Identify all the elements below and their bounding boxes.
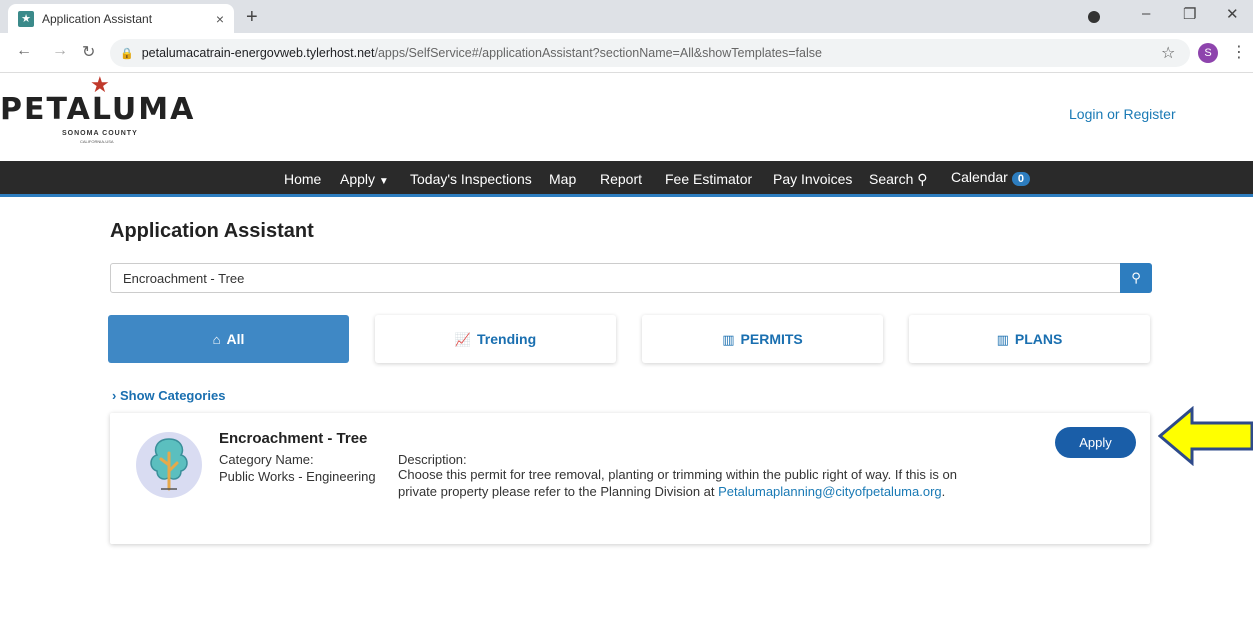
forward-icon[interactable]: → bbox=[52, 42, 68, 60]
search-icon: ⚲ bbox=[1131, 270, 1141, 285]
building-icon: ▥ bbox=[996, 332, 1009, 347]
filter-trending[interactable]: 📈 Trending bbox=[375, 315, 616, 363]
nav-item-search-label: Search bbox=[869, 171, 914, 187]
filter-permits[interactable]: ▥ PERMITS bbox=[642, 315, 883, 363]
description-period: . bbox=[941, 484, 946, 499]
home-icon: ⌂ bbox=[212, 332, 221, 347]
browser-tabstrip: ★ Application Assistant × + – ❐ ✕ bbox=[0, 0, 1253, 33]
nav-item-pay-invoices[interactable]: Pay Invoices bbox=[773, 171, 852, 187]
new-tab-button[interactable]: + bbox=[246, 6, 258, 29]
category-value: Public Works - Engineering bbox=[219, 469, 376, 484]
planning-email-link[interactable]: Petalumaplanning@cityofpetaluma.org bbox=[718, 484, 942, 499]
filter-plans-label: PLANS bbox=[1014, 331, 1063, 347]
lock-icon: 🔒 bbox=[120, 47, 134, 60]
nav-item-inspections[interactable]: Today's Inspections bbox=[410, 171, 532, 187]
nav-item-apply-label: Apply bbox=[340, 171, 376, 187]
star-icon[interactable]: ☆ bbox=[1161, 43, 1175, 63]
filter-trending-label: Trending bbox=[477, 331, 537, 347]
description-text: Choose this permit for tree removal, pla… bbox=[398, 466, 968, 500]
result-card: Encroachment - Tree Category Name: Publi… bbox=[110, 413, 1150, 544]
filter-all[interactable]: ⌂ All bbox=[108, 315, 349, 363]
nav-item-fee-estimator[interactable]: Fee Estimator bbox=[665, 171, 752, 187]
show-categories-label: Show Categories bbox=[119, 388, 226, 403]
chevron-right-icon: › bbox=[112, 388, 117, 403]
filter-all-label: All bbox=[226, 331, 245, 347]
record-indicator-icon bbox=[1088, 11, 1100, 23]
nav-item-search[interactable]: Search ⚲ bbox=[869, 171, 928, 188]
apply-button[interactable]: Apply bbox=[1055, 427, 1136, 458]
show-categories-link[interactable]: › Show Categories bbox=[112, 388, 225, 403]
menu-icon[interactable]: ⋮ bbox=[1231, 42, 1247, 62]
browser-toolbar: ← → ↻ 🔒 petalumacatrain-energovweb.tyler… bbox=[0, 33, 1253, 73]
login-register-link[interactable]: Login or Register bbox=[1069, 106, 1176, 122]
search-input[interactable] bbox=[111, 264, 1121, 292]
nav-item-calendar[interactable]: Calendar 0 bbox=[951, 169, 1030, 186]
url-host: petalumacatrain-energovweb.tylerhost.net bbox=[141, 46, 375, 60]
nav-item-report[interactable]: Report bbox=[600, 171, 642, 187]
filter-plans[interactable]: ▥ PLANS bbox=[909, 315, 1150, 363]
tab-title: Application Assistant bbox=[42, 11, 153, 26]
main-nav: Home Apply ▼ Today's Inspections Map Rep… bbox=[0, 161, 1253, 197]
result-title[interactable]: Encroachment - Tree bbox=[219, 430, 367, 447]
window-close-icon[interactable]: ✕ bbox=[1226, 5, 1239, 23]
nav-item-map[interactable]: Map bbox=[549, 171, 576, 187]
annotation-arrow-icon bbox=[1158, 406, 1253, 466]
tab-close-icon[interactable]: × bbox=[216, 11, 224, 27]
site-logo[interactable]: ★ PETALUMA SONOMA COUNTY CALIFORNIA-USA bbox=[0, 72, 200, 154]
nav-item-calendar-label: Calendar bbox=[951, 169, 1008, 185]
back-icon[interactable]: ← bbox=[16, 42, 32, 60]
trending-chart-icon: 📈 bbox=[454, 332, 472, 347]
category-label: Category Name: bbox=[219, 452, 314, 467]
calendar-count-badge: 0 bbox=[1011, 172, 1030, 186]
search-icon: ⚲ bbox=[917, 171, 928, 187]
tree-icon bbox=[136, 432, 202, 498]
restore-icon[interactable]: ❐ bbox=[1183, 5, 1196, 23]
search-box: ⚲ bbox=[110, 263, 1152, 293]
page-title: Application Assistant bbox=[110, 220, 314, 242]
logo-text: PETALUMA bbox=[0, 92, 196, 127]
address-bar[interactable]: 🔒 petalumacatrain-energovweb.tylerhost.n… bbox=[110, 39, 1190, 67]
filter-permits-label: PERMITS bbox=[740, 331, 803, 347]
favicon-star-icon: ★ bbox=[18, 10, 34, 27]
browser-tab[interactable]: ★ Application Assistant × bbox=[8, 4, 234, 33]
reload-icon[interactable]: ↻ bbox=[82, 42, 95, 62]
logo-county-text: SONOMA COUNTY bbox=[62, 130, 138, 137]
minimize-icon[interactable]: – bbox=[1142, 5, 1150, 22]
nav-item-apply[interactable]: Apply ▼ bbox=[340, 171, 389, 187]
url-path: /apps/SelfService#/applicationAssistant?… bbox=[374, 46, 822, 60]
profile-avatar[interactable]: S bbox=[1198, 43, 1218, 63]
caret-down-icon: ▼ bbox=[378, 176, 389, 187]
logo-state-text: CALIFORNIA-USA bbox=[80, 139, 114, 144]
nav-item-home[interactable]: Home bbox=[284, 171, 321, 187]
description-label: Description: bbox=[398, 452, 467, 467]
building-icon: ▥ bbox=[722, 332, 735, 347]
search-button[interactable]: ⚲ bbox=[1120, 263, 1152, 293]
